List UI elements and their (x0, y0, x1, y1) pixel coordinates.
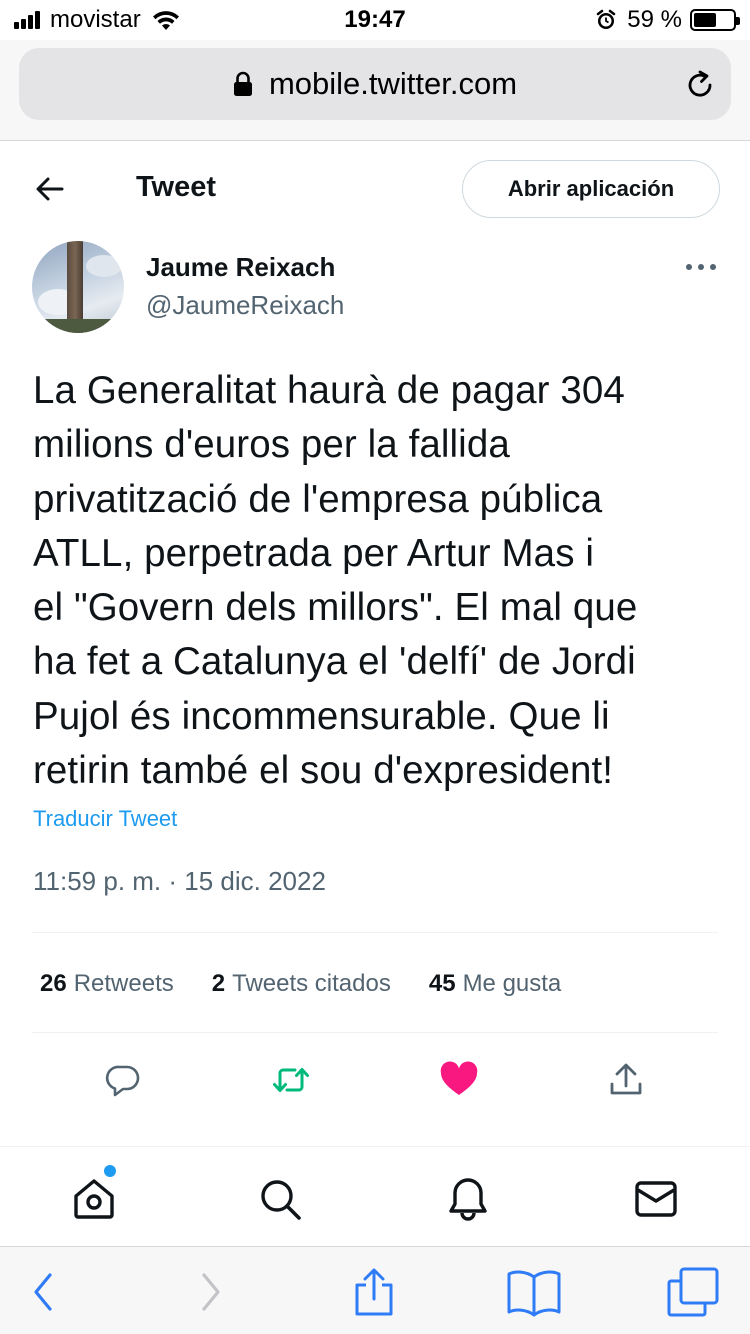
lock-icon (233, 71, 252, 96)
retweet-icon[interactable] (271, 1060, 311, 1100)
share-icon[interactable] (606, 1060, 646, 1100)
likes-stat[interactable]: 45 Me gusta (429, 970, 561, 998)
search-icon[interactable] (256, 1175, 304, 1223)
status-right: 59 % (595, 6, 740, 34)
browser-forward-icon[interactable] (196, 1267, 226, 1317)
page-header: Tweet Abrir aplicación (0, 141, 750, 237)
likes-label: Me gusta (462, 970, 562, 997)
browser-toolbar (0, 1246, 750, 1334)
bottom-navigation (0, 1146, 750, 1246)
battery-icon (690, 9, 740, 31)
address-content: mobile.twitter.com (19, 48, 731, 120)
alarm-icon (597, 9, 616, 29)
likes-count: 45 (428, 970, 456, 997)
tweet-stats: 26 Retweets 2 Tweets citados 45 Me gusta (40, 968, 599, 1000)
quotes-stat[interactable]: 2 Tweets citados (212, 970, 391, 998)
divider (32, 932, 718, 933)
notification-dot (104, 1165, 116, 1177)
more-dot (686, 264, 692, 270)
quotes-count: 2 (211, 970, 226, 997)
tabs-icon[interactable] (666, 1267, 720, 1317)
reply-icon[interactable] (103, 1060, 143, 1100)
heart-icon[interactable] (439, 1060, 479, 1100)
avatar-ground (32, 319, 124, 333)
divider (32, 1032, 718, 1033)
tweet-timestamp[interactable]: 11:59 p. m. · 15 dic. 2022 (33, 866, 326, 897)
browser-share-icon[interactable] (352, 1267, 396, 1317)
more-dot (698, 264, 704, 270)
browser-back-icon[interactable] (28, 1267, 58, 1317)
bookmarks-icon[interactable] (506, 1267, 562, 1317)
battery-tip (736, 17, 740, 25)
retweets-label: Retweets (73, 970, 174, 997)
home-icon[interactable] (70, 1175, 118, 1223)
quotes-label: Tweets citados (232, 970, 391, 997)
author-handle[interactable]: @JaumeReixach (146, 290, 344, 321)
address-bar[interactable]: mobile.twitter.com (19, 48, 731, 120)
status-bar: movistar 19:47 59 % (0, 0, 750, 40)
retweets-count: 26 (40, 970, 67, 997)
open-app-button[interactable]: Abrir aplicación (462, 160, 720, 218)
avatar[interactable] (32, 241, 124, 333)
back-arrow-icon[interactable] (30, 169, 70, 209)
avatar-cloud (86, 255, 122, 277)
url-text: mobile.twitter.com (268, 66, 518, 101)
battery-fill (694, 13, 717, 27)
tweet-actions (0, 1040, 750, 1120)
messages-icon[interactable] (632, 1175, 680, 1223)
battery-percent: 59 % (627, 6, 682, 33)
retweets-stat[interactable]: 26 Retweets (40, 970, 174, 998)
translate-tweet-link[interactable]: Traducir Tweet (33, 806, 177, 832)
author-name[interactable]: Jaume Reixach (146, 252, 335, 283)
more-options-icon[interactable] (686, 258, 716, 276)
browser-address-area: mobile.twitter.com (0, 40, 750, 141)
tweet-text: La Generalitat haurà de pagar 304 milion… (33, 369, 638, 793)
page-title: Tweet (136, 171, 217, 203)
bell-icon[interactable] (444, 1175, 492, 1223)
reload-icon[interactable] (683, 68, 717, 102)
more-dot (710, 264, 716, 270)
